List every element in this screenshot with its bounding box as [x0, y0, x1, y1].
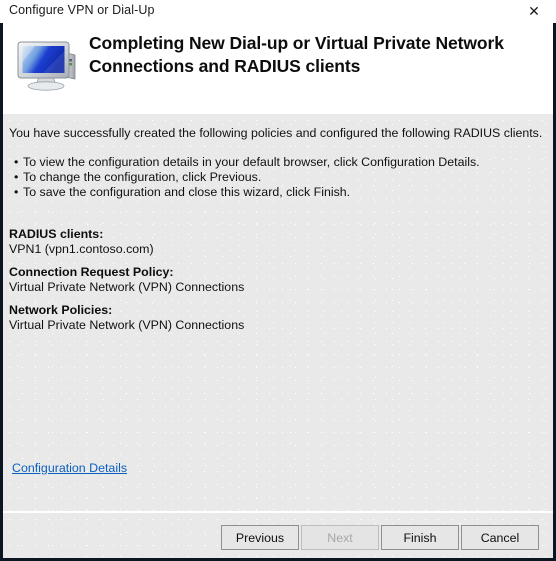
list-item-label: To view the configuration details in you… [23, 155, 480, 169]
bullet-icon: • [14, 170, 19, 184]
close-button[interactable]: ✕ [512, 0, 556, 23]
summary-section-connection-request-policy: Connection Request Policy: Virtual Priva… [9, 265, 544, 295]
list-item: • To change the configuration, click Prev… [14, 170, 539, 185]
intro-text: You have successfully created the follow… [9, 126, 543, 140]
configure-vpn-wizard-dialog: Configure VPN or Dial-Up ✕ Completing Ne… [0, 0, 556, 561]
next-button: Next [301, 525, 379, 550]
bullet-icon: • [14, 155, 19, 169]
title-bar: Configure VPN or Dial-Up ✕ [0, 0, 556, 23]
summary-sections: RADIUS clients: VPN1 (vpn1.contoso.com) … [9, 227, 544, 341]
summary-section-network-policies: Network Policies: Virtual Private Networ… [9, 303, 544, 333]
section-label: Network Policies: [9, 303, 113, 317]
section-label: Connection Request Policy: [9, 265, 174, 279]
wizard-header: Completing New Dial-up or Virtual Privat… [3, 23, 553, 114]
cancel-button[interactable]: Cancel [461, 525, 539, 550]
finish-button[interactable]: Finish [381, 525, 459, 550]
section-value: VPN1 (vpn1.contoso.com) [9, 242, 154, 256]
page-title: Completing New Dial-up or Virtual Privat… [89, 33, 504, 76]
list-item: • To save the configuration and close thi… [14, 185, 539, 200]
bullet-icon: • [14, 185, 19, 199]
section-label: RADIUS clients: [9, 227, 104, 241]
list-item-label: To change the configuration, click Previ… [23, 170, 262, 184]
previous-button[interactable]: Previous [221, 525, 299, 550]
window-title: Configure VPN or Dial-Up [9, 3, 155, 17]
window-border-left [0, 23, 3, 558]
close-icon: ✕ [528, 3, 540, 20]
instruction-list: • To view the configuration details in yo… [14, 155, 539, 200]
computer-monitor-icon [13, 35, 83, 91]
section-value: Virtual Private Network (VPN) Connection… [9, 280, 245, 294]
button-bar: Previous Next Finish Cancel [3, 513, 553, 558]
configuration-details-link[interactable]: Configuration Details [12, 461, 127, 475]
list-item-label: To save the configuration and close this… [23, 185, 351, 199]
section-value: Virtual Private Network (VPN) Connection… [9, 318, 245, 332]
summary-section-radius-clients: RADIUS clients: VPN1 (vpn1.contoso.com) [9, 227, 544, 257]
wizard-body: You have successfully created the follow… [3, 114, 553, 511]
list-item: • To view the configuration details in yo… [14, 155, 539, 170]
